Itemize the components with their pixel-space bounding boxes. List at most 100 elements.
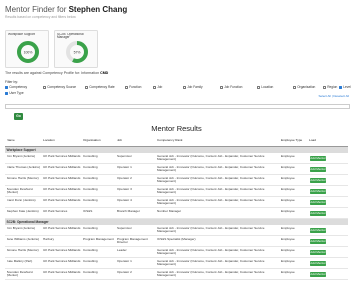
checkbox[interactable]: [5, 91, 8, 95]
cell-employee-type: Employee: [281, 187, 295, 191]
filter-option[interactable]: Organisation: [293, 85, 315, 89]
filter-option[interactable]: Region: [323, 85, 337, 89]
cell-location: UK Park Services Midlands: [43, 226, 81, 230]
filter-option[interactable]: Competency Source: [43, 85, 76, 89]
cell-name[interactable]: Stephen Kate (Jenkins): [7, 210, 43, 214]
cell-employee-type: Employee: [281, 165, 295, 169]
cell-name[interactable]: Kate Mallory (Part): [7, 260, 43, 264]
cell-job: Operator 4: [117, 198, 132, 202]
add-mentor-button[interactable]: Add Mentor: [310, 155, 326, 161]
filter-option-label: Function: [129, 85, 142, 89]
filter-option[interactable]: Competency Rate: [85, 85, 115, 89]
add-mentor-button[interactable]: Add Mentor: [310, 199, 326, 205]
cell-name[interactable]: Carol Dunn (Jenkins): [7, 199, 43, 203]
donut-value: 100%: [24, 50, 33, 54]
filter-option-label: Region: [327, 85, 338, 89]
cell-organisation: Program Management: [83, 237, 114, 241]
col-job[interactable]: Job: [117, 139, 155, 143]
cell-location: UK Park Services Midlands: [43, 154, 81, 158]
filter-option[interactable]: Job Function: [220, 85, 242, 89]
cell-name[interactable]: Jane Williams (Jenkins): [7, 238, 43, 242]
cell-competency-rank: General Job - Innovator (Outcome, Conten…: [157, 165, 265, 173]
cell-name[interactable]: Simone Harris (Mentor): [7, 177, 43, 181]
checkbox[interactable]: [43, 85, 46, 89]
cell-name[interactable]: Claire Thomas (Jenkins): [7, 166, 43, 170]
cell-location: UK Park Services Midlands: [43, 187, 81, 191]
go-button[interactable]: Go: [14, 113, 23, 120]
cell-organisation: Consulting: [83, 270, 98, 274]
add-mentor-button[interactable]: Add Mentor: [310, 260, 326, 266]
add-mentor-button[interactable]: Add Mentor: [310, 166, 326, 172]
filter-option[interactable]: Competency: [5, 85, 27, 89]
col-location[interactable]: Location: [43, 139, 81, 143]
cell-location: UK Park Services Midlands: [43, 165, 81, 169]
cell-employee-type: Employee: [281, 176, 295, 180]
cell-job: Operator 3: [117, 187, 132, 191]
add-mentor-button[interactable]: Add Mentor: [310, 249, 326, 255]
add-mentor-button[interactable]: Add Mentor: [310, 188, 326, 194]
cell-organisation: Consulting: [83, 176, 98, 180]
cell-employee-type: Employee: [281, 209, 295, 213]
cell-location: UK Park Services Midlands: [43, 176, 81, 180]
checkbox[interactable]: [5, 85, 8, 89]
cell-competency-rank: General Job - Innovator (Outcome, Conten…: [157, 226, 265, 234]
checkbox[interactable]: [293, 85, 296, 89]
keyword-input[interactable]: [5, 104, 350, 109]
cell-name[interactable]: Bounden Dewhurst (Mentor): [7, 271, 43, 278]
table-row: Carol Dunn (Jenkins) UK Park Services Mid…: [5, 197, 348, 208]
checkbox[interactable]: [220, 85, 223, 89]
add-mentor-button[interactable]: Add Mentor: [310, 227, 326, 233]
cell-name[interactable]: Bounden Dewhurst (Mentor): [7, 188, 43, 195]
cell-location: UK Park Services Midlands: [43, 259, 81, 263]
add-mentor-button[interactable]: Add Mentor: [310, 177, 326, 183]
cell-name[interactable]: Kim Bryant (Jenkins): [7, 227, 43, 231]
checkbox[interactable]: [183, 85, 186, 89]
checkbox[interactable]: [339, 85, 342, 89]
donut-chart: 100%: [17, 41, 39, 63]
cell-organisation: Consulting: [83, 248, 98, 252]
cell-competency-rank: General Job - Innovator (Outcome, Conten…: [157, 176, 265, 184]
filter-option[interactable]: Location: [257, 85, 273, 89]
filter-option[interactable]: Level: [339, 85, 351, 89]
col-employee-type[interactable]: Employee Type: [281, 139, 305, 143]
cell-employee-type: Employee: [281, 154, 295, 158]
checkbox[interactable]: [153, 85, 156, 89]
checkbox[interactable]: [85, 85, 88, 89]
cell-competency-rank: General Job - Innovator (Outcome, Conten…: [157, 248, 265, 256]
mentor-finder-page: Mentor Finder for Stephen Chang Results …: [0, 0, 353, 305]
table-row: Kate Mallory (Part) UK Park Services Midl…: [5, 258, 348, 269]
filter-option[interactable]: User Type: [5, 91, 24, 95]
filter-option[interactable]: Job: [153, 85, 162, 89]
donut-chart: 57%: [66, 41, 88, 63]
cell-competency-rank: General Job - Innovator (Outcome, Conten…: [157, 259, 265, 267]
cell-job: Supervisor: [117, 226, 132, 230]
results-title: Mentor Results: [151, 124, 202, 133]
checkbox[interactable]: [257, 85, 260, 89]
filter-option[interactable]: Job Family: [183, 85, 203, 89]
cell-organisation: Consulting: [83, 226, 98, 230]
table-row: Bounden Dewhurst (Mentor) UK Park Service…: [5, 186, 348, 197]
add-mentor-button[interactable]: Add Mentor: [310, 238, 326, 244]
table-row: Jane Williams (Jenkins) Harbury Program Ma…: [5, 236, 348, 247]
add-mentor-button[interactable]: Add Mentor: [310, 271, 326, 277]
checkbox[interactable]: [323, 85, 326, 89]
col-load[interactable]: Load: [309, 139, 345, 143]
card-label: SC2B: Operational Manager: [57, 32, 84, 40]
col-organisation[interactable]: Organisation: [83, 139, 115, 143]
cell-name[interactable]: Simone Harris (Mentor): [7, 249, 43, 253]
col-competency-rank[interactable]: Competency Rank: [157, 139, 277, 143]
profile-note-value: CMD: [100, 71, 109, 75]
filter-option-label: Competency Source: [47, 85, 77, 89]
col-name[interactable]: Name: [7, 139, 43, 143]
filter-option-label: User Type: [9, 91, 24, 95]
cell-employee-type: Employee: [281, 259, 295, 263]
cell-competency-rank: General Job - Innovator (Outcome, Conten…: [157, 270, 265, 278]
cell-competency-rank: ICS&S Specialist (Manager): [157, 237, 196, 241]
results-table: Name Location Organisation Job Competenc…: [5, 137, 348, 280]
filter-option[interactable]: Function: [125, 85, 141, 89]
checkbox[interactable]: [125, 85, 128, 89]
cell-name[interactable]: Kim Bryant (Jenkins): [7, 155, 43, 159]
add-mentor-button[interactable]: Add Mentor: [310, 210, 326, 216]
select-links[interactable]: Select All | Deselect All: [319, 94, 349, 98]
filter-option-label: Level: [343, 85, 351, 89]
